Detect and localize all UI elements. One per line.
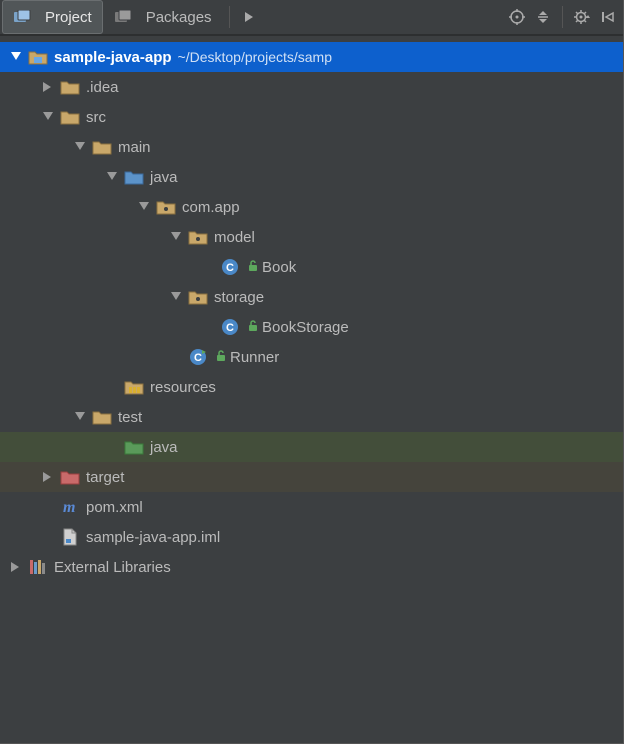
class-label: Runner (230, 349, 279, 366)
tab-label: Packages (146, 9, 212, 26)
target-icon[interactable] (504, 4, 530, 30)
tree-folder-target[interactable]: target (0, 462, 623, 492)
resources-folder-icon (124, 377, 144, 397)
expand-arrow-icon[interactable] (168, 289, 184, 305)
tree-folder-src[interactable]: src (0, 102, 623, 132)
ext-lib-label: External Libraries (54, 559, 171, 576)
file-label: sample-java-app.iml (86, 529, 220, 546)
package-label: storage (214, 289, 264, 306)
packages-tab-icon (114, 7, 134, 27)
collapse-arrow-icon[interactable] (40, 79, 56, 95)
folder-icon (60, 77, 80, 97)
class-icon: C (220, 257, 240, 277)
expand-arrow-icon[interactable] (104, 169, 120, 185)
root-name: sample-java-app (54, 49, 172, 66)
unlock-icon (216, 350, 226, 365)
collapse-arrow-icon[interactable] (40, 469, 56, 485)
project-toolbar: Project Packages (0, 0, 623, 36)
class-icon: C (220, 317, 240, 337)
scroll-from-source-icon[interactable] (236, 4, 262, 30)
tree-package-storage[interactable]: storage (0, 282, 623, 312)
expand-arrow-icon[interactable] (8, 49, 24, 65)
tree-class-book[interactable]: C Book (0, 252, 623, 282)
tab-project[interactable]: Project (2, 0, 103, 34)
svg-text:C: C (194, 352, 202, 364)
package-folder-icon (156, 197, 176, 217)
folder-label: main (118, 139, 151, 156)
tree-folder-idea[interactable]: .idea (0, 72, 623, 102)
tree-class-runner[interactable]: C Runner (0, 342, 623, 372)
root-path: ~/Desktop/projects/samp (178, 49, 332, 65)
folder-icon (92, 137, 112, 157)
expand-arrow-icon[interactable] (72, 409, 88, 425)
package-label: model (214, 229, 255, 246)
class-label: Book (262, 259, 296, 276)
tree-resources-folder[interactable]: resources (0, 372, 623, 402)
class-label: BookStorage (262, 319, 349, 336)
folder-icon (92, 407, 112, 427)
tree-external-libraries[interactable]: External Libraries (0, 552, 623, 582)
unlock-icon (248, 320, 258, 335)
expand-arrow-icon[interactable] (40, 109, 56, 125)
unlock-icon (248, 260, 258, 275)
excluded-folder-icon (60, 467, 80, 487)
folder-label: java (150, 169, 178, 186)
toolbar-separator (562, 6, 563, 28)
folder-label: src (86, 109, 106, 126)
collapse-arrow-icon[interactable] (8, 559, 24, 575)
library-icon (28, 557, 48, 577)
gear-icon[interactable] (569, 4, 595, 30)
tab-label: Project (45, 9, 92, 26)
expand-arrow-icon[interactable] (72, 139, 88, 155)
package-folder-icon (188, 287, 208, 307)
package-label: com.app (182, 199, 240, 216)
svg-text:C: C (226, 262, 234, 274)
folder-label: java (150, 439, 178, 456)
tree-root-sample-java-app[interactable]: sample-java-app ~/Desktop/projects/samp (0, 42, 623, 72)
folder-icon (60, 107, 80, 127)
svg-text:m: m (63, 499, 75, 516)
package-folder-icon (188, 227, 208, 247)
folder-label: target (86, 469, 124, 486)
tree-folder-test[interactable]: test (0, 402, 623, 432)
tree-folder-main[interactable]: main (0, 132, 623, 162)
test-folder-icon (124, 437, 144, 457)
toolbar-separator (229, 6, 230, 28)
tree-class-bookstorage[interactable]: C BookStorage (0, 312, 623, 342)
folder-label: test (118, 409, 142, 426)
hide-icon[interactable] (595, 4, 621, 30)
project-tree: sample-java-app ~/Desktop/projects/samp … (0, 36, 623, 582)
maven-file-icon: m (60, 497, 80, 517)
collapse-all-icon[interactable] (530, 4, 556, 30)
tree-file-pom[interactable]: m pom.xml (0, 492, 623, 522)
project-tab-icon (13, 7, 33, 27)
tree-file-iml[interactable]: sample-java-app.iml (0, 522, 623, 552)
folder-label: resources (150, 379, 216, 396)
file-label: pom.xml (86, 499, 143, 516)
runnable-class-icon: C (188, 347, 208, 367)
module-folder-icon (28, 47, 48, 67)
tree-package-model[interactable]: model (0, 222, 623, 252)
source-folder-icon (124, 167, 144, 187)
tree-package-com-app[interactable]: com.app (0, 192, 623, 222)
expand-arrow-icon[interactable] (168, 229, 184, 245)
tree-test-source-folder-java[interactable]: java (0, 432, 623, 462)
tree-source-folder-java[interactable]: java (0, 162, 623, 192)
expand-arrow-icon[interactable] (136, 199, 152, 215)
tab-packages[interactable]: Packages (103, 0, 223, 34)
folder-label: .idea (86, 79, 119, 96)
file-icon (60, 527, 80, 547)
svg-text:C: C (226, 322, 234, 334)
